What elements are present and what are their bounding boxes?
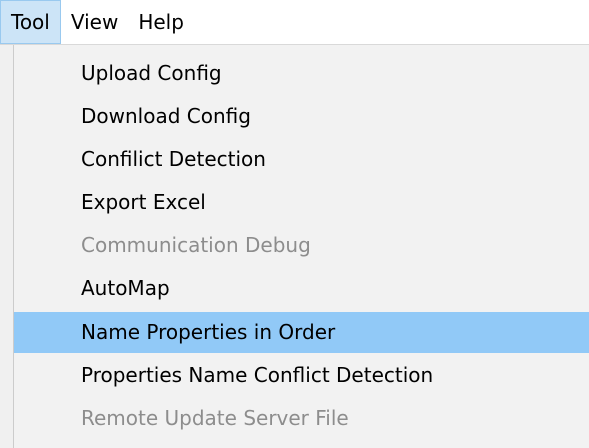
menu-view[interactable]: View bbox=[61, 0, 128, 44]
menu-help[interactable]: Help bbox=[128, 0, 194, 44]
menu-bar: Tool View Help bbox=[0, 0, 589, 45]
menu-item-conflict-detection[interactable]: Confilict Detection bbox=[14, 139, 589, 180]
menu-item-communication-debug: Communication Debug bbox=[81, 233, 311, 257]
tool-dropdown-menu: Upload Config Download Config Confilict … bbox=[13, 45, 589, 448]
menu-item-upload-config[interactable]: Upload Config bbox=[14, 53, 589, 94]
menu-item-automap[interactable]: AutoMap bbox=[14, 268, 589, 309]
menu-item-export-excel[interactable]: Export Excel bbox=[14, 182, 589, 223]
menu-tool[interactable]: Tool bbox=[0, 0, 61, 44]
menu-item-remote-update-server-file: Remote Update Server File bbox=[81, 406, 349, 430]
menu-item-properties-name-conflict-detection[interactable]: Properties Name Conflict Detection bbox=[14, 355, 589, 396]
menu-item-download-config[interactable]: Download Config bbox=[14, 96, 589, 137]
menu-item-name-properties-in-order[interactable]: Name Properties in Order bbox=[14, 312, 589, 353]
